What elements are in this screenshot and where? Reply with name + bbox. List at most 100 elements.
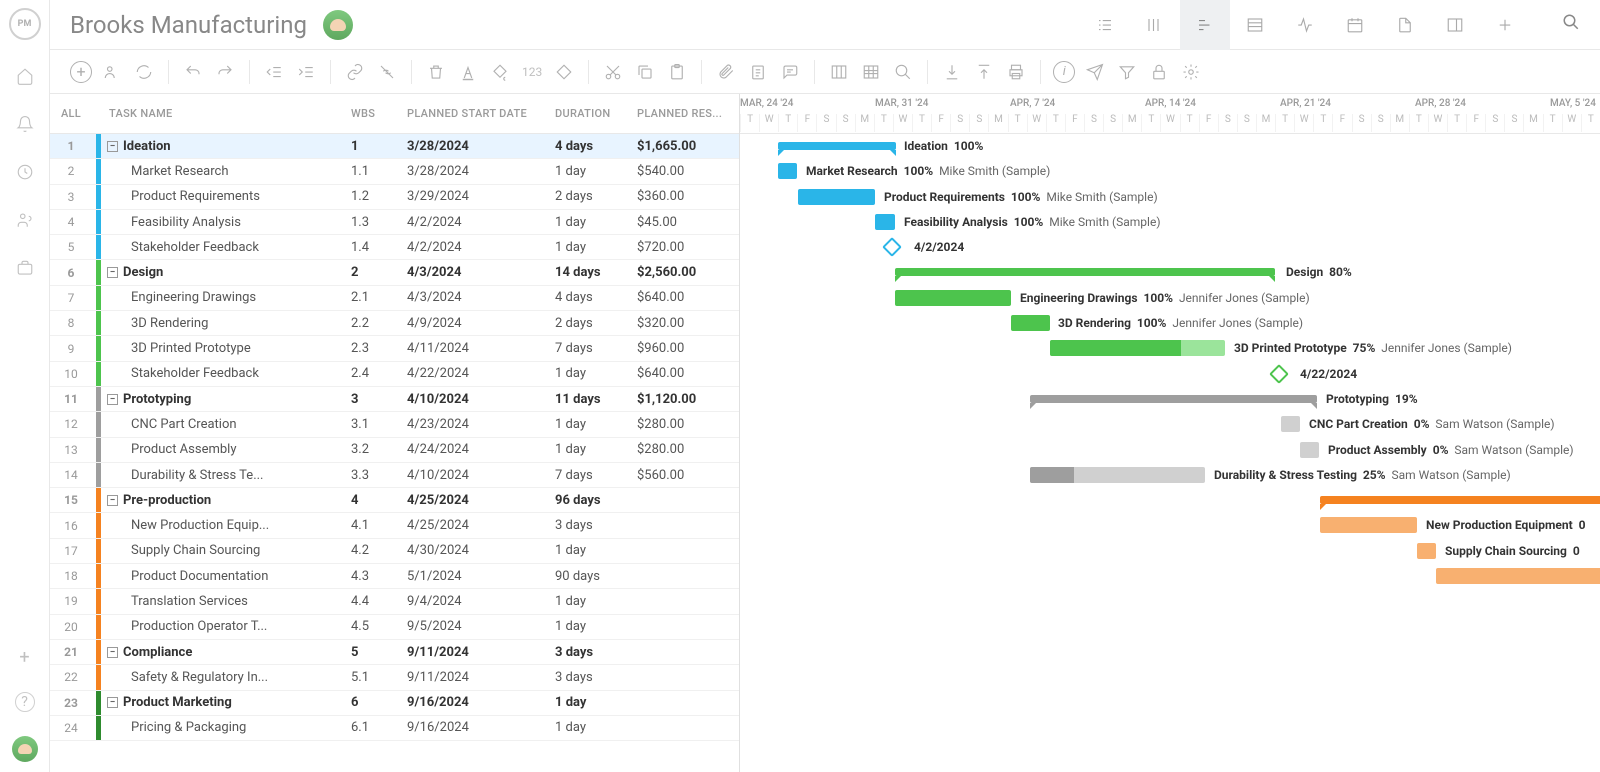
cell-res[interactable]: $280.00 (637, 442, 739, 457)
home-icon[interactable] (13, 64, 37, 88)
app-logo[interactable]: PM (9, 8, 41, 40)
col-duration[interactable]: DURATION (555, 107, 637, 120)
cell-res[interactable]: $560.00 (637, 468, 739, 483)
task-name-cell[interactable]: Durability & Stress Te... (101, 468, 351, 483)
task-row[interactable]: 1−Ideation13/28/20244 days$1,665.00 (50, 134, 739, 159)
cell-wbs[interactable]: 2.1 (351, 290, 407, 305)
task-row[interactable]: 24Pricing & Packaging6.19/16/20241 day (50, 716, 739, 741)
gantt-summary-bar[interactable] (1320, 496, 1600, 504)
task-name-cell[interactable]: New Production Equip... (101, 518, 351, 533)
gantt-task-bar[interactable] (798, 189, 875, 205)
import-icon[interactable] (940, 60, 964, 84)
copy-icon[interactable] (633, 60, 657, 84)
task-name-cell[interactable]: 3D Printed Prototype (101, 341, 351, 356)
cell-res[interactable]: $640.00 (637, 290, 739, 305)
view-tab-gantt[interactable] (1180, 0, 1230, 50)
gantt-task-bar[interactable] (1417, 543, 1436, 559)
col-task[interactable]: TASK NAME (101, 107, 351, 120)
cell-wbs[interactable]: 1 (351, 139, 407, 154)
number-icon[interactable]: 123 (520, 65, 544, 79)
cell-dur[interactable]: 4 days (555, 139, 637, 154)
cell-wbs[interactable]: 3.3 (351, 468, 407, 483)
briefcase-icon[interactable] (13, 256, 37, 280)
paint-icon[interactable] (488, 60, 512, 84)
cell-start[interactable]: 4/3/2024 (407, 265, 555, 280)
view-tab-sheet[interactable] (1230, 0, 1280, 50)
cell-res[interactable]: $540.00 (637, 164, 739, 179)
task-row[interactable]: 22Safety & Regulatory In...5.19/11/20243… (50, 665, 739, 690)
cell-start[interactable]: 4/22/2024 (407, 366, 555, 381)
task-name-cell[interactable]: Pricing & Packaging (101, 720, 351, 735)
print-icon[interactable] (1004, 60, 1028, 84)
view-tab-activity[interactable] (1280, 0, 1330, 50)
task-name-cell[interactable]: Product Documentation (101, 569, 351, 584)
assign-icon[interactable] (100, 60, 124, 84)
task-name-cell[interactable]: Product Assembly (101, 442, 351, 457)
cell-start[interactable]: 9/16/2024 (407, 720, 555, 735)
view-tab-list[interactable] (1080, 0, 1130, 50)
cell-start[interactable]: 4/10/2024 (407, 392, 555, 407)
cell-wbs[interactable]: 4.4 (351, 594, 407, 609)
cell-start[interactable]: 4/9/2024 (407, 316, 555, 331)
cell-dur[interactable]: 96 days (555, 493, 637, 508)
cell-wbs[interactable]: 4.3 (351, 569, 407, 584)
cell-start[interactable]: 4/24/2024 (407, 442, 555, 457)
task-row[interactable]: 3Product Requirements1.23/29/20242 days$… (50, 185, 739, 210)
zoom-icon[interactable] (891, 60, 915, 84)
clock-icon[interactable] (13, 160, 37, 184)
grid-icon[interactable] (859, 60, 883, 84)
delete-icon[interactable] (424, 60, 448, 84)
view-tab-plus[interactable] (1480, 0, 1530, 50)
cell-wbs[interactable]: 2 (351, 265, 407, 280)
cell-wbs[interactable]: 4.2 (351, 543, 407, 558)
task-row[interactable]: 12CNC Part Creation3.14/23/20241 day$280… (50, 412, 739, 437)
task-name-cell[interactable]: −Product Marketing (101, 695, 351, 710)
link-icon[interactable] (343, 60, 367, 84)
unlink-icon[interactable] (375, 60, 399, 84)
task-row[interactable]: 5Stakeholder Feedback1.44/2/20241 day$72… (50, 235, 739, 260)
cell-res[interactable]: $360.00 (637, 189, 739, 204)
cell-start[interactable]: 4/23/2024 (407, 417, 555, 432)
paste-icon[interactable] (665, 60, 689, 84)
task-name-cell[interactable]: Translation Services (101, 594, 351, 609)
cell-dur[interactable]: 3 days (555, 670, 637, 685)
view-tab-file[interactable] (1380, 0, 1430, 50)
cut-icon[interactable] (601, 60, 625, 84)
task-row[interactable]: 21−Compliance59/11/20243 days (50, 640, 739, 665)
view-tab-calendar[interactable] (1330, 0, 1380, 50)
redo-icon[interactable] (213, 60, 237, 84)
filter-icon[interactable] (1115, 60, 1139, 84)
task-name-cell[interactable]: −Compliance (101, 645, 351, 660)
task-row[interactable]: 16New Production Equip...4.14/25/20243 d… (50, 513, 739, 538)
cell-wbs[interactable]: 1.1 (351, 164, 407, 179)
cell-wbs[interactable]: 5.1 (351, 670, 407, 685)
task-row[interactable]: 15−Pre-production44/25/202496 days (50, 488, 739, 513)
cell-start[interactable]: 4/11/2024 (407, 341, 555, 356)
gantt-task-bar[interactable] (1030, 467, 1205, 483)
cell-res[interactable]: $1,120.00 (637, 392, 739, 407)
cell-start[interactable]: 4/25/2024 (407, 518, 555, 533)
col-wbs[interactable]: WBS (351, 107, 407, 120)
send-icon[interactable] (1083, 60, 1107, 84)
cell-start[interactable]: 3/28/2024 (407, 139, 555, 154)
cell-start[interactable]: 5/1/2024 (407, 569, 555, 584)
task-row[interactable]: 18Product Documentation4.35/1/202490 day… (50, 564, 739, 589)
collapse-toggle[interactable]: − (107, 394, 118, 405)
gantt-task-bar[interactable] (778, 163, 797, 179)
task-row[interactable]: 23−Product Marketing69/16/20241 day (50, 691, 739, 716)
task-name-cell[interactable]: Stakeholder Feedback (101, 240, 351, 255)
cell-start[interactable]: 9/11/2024 (407, 670, 555, 685)
task-row[interactable]: 93D Printed Prototype2.34/11/20247 days$… (50, 336, 739, 361)
gantt-task-bar[interactable] (1320, 517, 1417, 533)
add-task-button[interactable]: + (70, 61, 92, 83)
cell-start[interactable]: 9/5/2024 (407, 619, 555, 634)
task-name-cell[interactable]: Market Research (101, 164, 351, 179)
task-name-cell[interactable]: Production Operator T... (101, 619, 351, 634)
gantt-summary-bar[interactable] (778, 142, 896, 150)
cell-start[interactable]: 4/3/2024 (407, 290, 555, 305)
cell-res[interactable]: $45.00 (637, 215, 739, 230)
cell-dur[interactable]: 1 day (555, 366, 637, 381)
task-row[interactable]: 4Feasibility Analysis1.34/2/20241 day$45… (50, 210, 739, 235)
cell-start[interactable]: 9/16/2024 (407, 695, 555, 710)
task-name-cell[interactable]: 3D Rendering (101, 316, 351, 331)
